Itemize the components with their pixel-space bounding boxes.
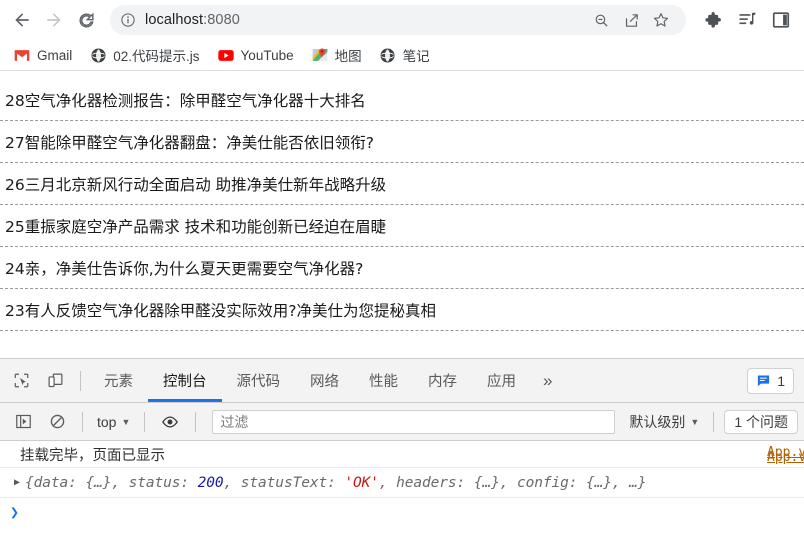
bookmark-label: 笔记 [402,49,430,64]
list-item[interactable]: 26三月北京新风行动全面启动 助推净美仕新年战略升级 [0,163,804,205]
obj-token-string: 'OK' [344,474,379,491]
live-expression-icon[interactable] [155,407,185,437]
chevron-down-icon: ▼ [690,416,700,427]
list-item[interactable]: 24亲，净美仕告诉你,为什么夏天更需要空气净化器? [0,247,804,289]
filter-input[interactable]: 过滤 [212,409,616,434]
back-arrow-icon [15,13,29,27]
divider [82,411,83,432]
tab-elements[interactable]: 元素 [89,359,148,402]
prompt-caret-icon: ❯ [10,502,20,521]
youtube-icon [217,47,234,63]
url-port: :8080 [203,12,240,28]
obj-token: , headers: {…}, config: {…}, …} [378,474,647,491]
divider [144,411,146,432]
obj-token: {data: {…}, status: [25,474,198,491]
clear-console-icon[interactable] [42,407,72,437]
console-log-row[interactable]: 挂载完毕，页面已显示 App.vu [0,441,804,468]
console-toolbar: top ▼ 过滤 默认级别 ▼ 1 个问题 [0,403,804,441]
bookmarks-bar: Gmail 02.代码提示.js YouTube 地图 笔记 [0,40,804,71]
inspect-element-icon[interactable] [6,366,36,396]
gmail-icon [14,47,30,63]
tab-application[interactable]: 应用 [472,359,531,402]
obj-token: , statusText: [223,474,345,491]
bookmark-maps[interactable]: 地图 [304,43,370,67]
tab-console[interactable]: 控制台 [148,359,222,402]
globe-icon [380,47,396,63]
bookmark-youtube[interactable]: YouTube [210,43,302,67]
bookmark-label: YouTube [240,47,294,63]
divider [80,370,81,391]
tab-performance[interactable]: 性能 [354,359,413,402]
list-item[interactable]: 28空气净化器检测报告：除甲醛空气净化器十大排名 [0,79,804,121]
omnibox-actions [586,5,676,35]
chevron-down-icon: ▼ [121,416,131,427]
url-text: localhost:8080 [145,12,586,28]
message-count-badge[interactable]: 1 [747,367,794,394]
filter-placeholder: 过滤 [220,413,249,430]
url-host: localhost [145,12,204,28]
console-prompt[interactable]: ❯ [0,498,804,525]
log-level-value: 默认级别 [629,413,686,430]
forward-arrow-icon [47,13,61,27]
bookmark-code-tips[interactable]: 02.代码提示.js [82,43,207,67]
reading-list-icon[interactable] [730,3,764,37]
bookmark-label: Gmail [37,47,73,63]
issues-badge[interactable]: 1 个问题 [724,409,798,434]
expand-triangle-icon[interactable]: ▶ [14,477,20,488]
reload-button[interactable] [70,4,102,36]
device-toolbar-icon[interactable] [40,366,70,396]
browser-toolbar: localhost:8080 [0,0,804,40]
tab-memory[interactable]: 内存 [413,359,472,402]
console-sidebar-icon[interactable] [8,407,38,437]
console-object-row[interactable]: ▶ {data: {…}, status: 200, statusText: '… [0,450,804,498]
context-value: top [97,413,117,430]
address-bar[interactable]: localhost:8080 [110,5,686,35]
log-level-selector[interactable]: 默认级别 ▼ [623,412,705,432]
tab-sources[interactable]: 源代码 [222,359,296,402]
bookmark-label: 02.代码提示.js [113,49,200,64]
console-output[interactable]: 挂载完毕，页面已显示 App.vu ▶ {data: {…}, status: … [0,441,804,552]
more-tabs-button[interactable]: » [531,359,564,402]
devtools-panel: 元素 控制台 源代码 网络 性能 内存 应用 » 1 top ▼ 过滤 默认级别… [0,358,804,552]
obj-token-number: 200 [197,474,224,491]
tab-network[interactable]: 网络 [295,359,354,402]
context-selector[interactable]: top ▼ [91,414,136,430]
forward-button[interactable] [38,4,70,36]
list-item[interactable]: 27智能除甲醛空气净化器翻盘：净美仕能否依旧领衔? [0,121,804,163]
bookmark-label: 地图 [334,49,362,64]
extensions-puzzle-icon[interactable] [696,3,730,37]
devtools-tabbar: 元素 控制台 源代码 网络 性能 内存 应用 » 1 [0,359,804,403]
bookmark-notes[interactable]: 笔记 [372,43,438,67]
info-circle-icon[interactable] [120,12,136,28]
console-object-preview: {data: {…}, status: 200, statusText: 'OK… [25,475,646,491]
list-item[interactable]: 23有人反馈空气净化器除甲醛没实际效用?净美仕为您提秘真相 [0,289,804,331]
zoom-out-icon[interactable] [586,5,616,35]
share-icon[interactable] [616,5,646,35]
console-source-link[interactable]: App.vu [767,450,804,465]
side-panel-icon[interactable] [764,3,798,37]
page-content: 28空气净化器检测报告：除甲醛空气净化器十大排名 27智能除甲醛空气净化器翻盘：… [0,71,804,358]
list-item[interactable]: 25重振家庭空净产品需求 技术和功能创新已经迫在眉睫 [0,205,804,247]
globe-icon [90,47,106,63]
divider [713,411,715,432]
extension-buttons [692,3,798,37]
divider [195,411,197,432]
maps-icon [312,47,328,63]
message-count: 1 [777,372,785,389]
console-message: 挂载完毕，页面已显示 [20,447,165,464]
reload-icon [78,11,94,28]
message-bubble-icon [756,373,771,388]
back-button[interactable] [6,4,38,36]
star-icon[interactable] [646,5,676,35]
bookmark-gmail[interactable]: Gmail [6,43,80,67]
